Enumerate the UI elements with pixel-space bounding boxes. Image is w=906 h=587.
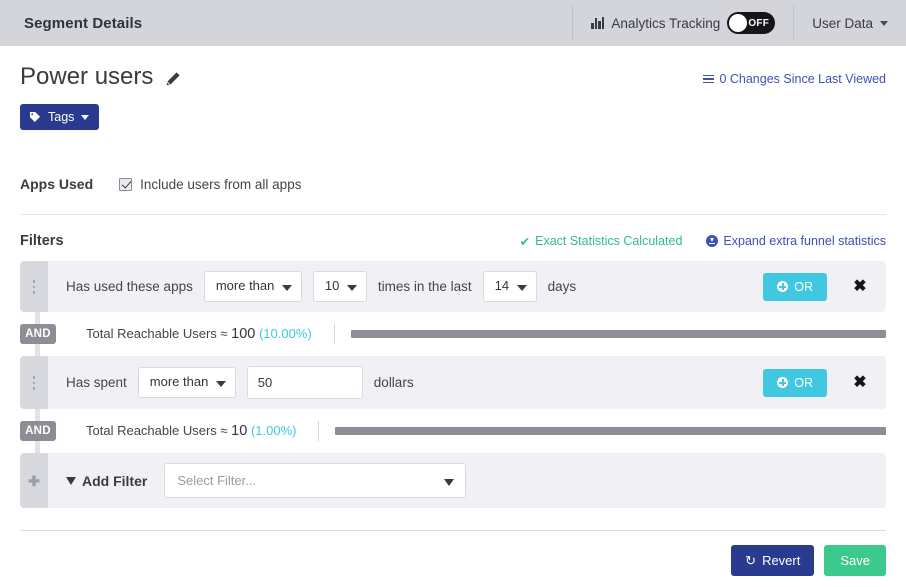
footer-actions: ↻ Revert Save	[0, 531, 906, 577]
tag-icon	[30, 112, 40, 123]
stats-row-2-bar-area	[318, 421, 886, 442]
changes-link-label: 0 Changes Since Last Viewed	[719, 72, 886, 86]
filter-row-1-body: Has used these apps more than 10 times i…	[48, 261, 886, 313]
tags-button-label: Tags	[48, 110, 75, 125]
filter-row-2: Has spent more than dollars OR ✖	[20, 356, 886, 410]
include-all-apps-checkbox[interactable]	[119, 177, 133, 191]
revert-button-label: Revert	[762, 553, 801, 569]
user-data-label: User Data	[812, 15, 873, 31]
filter-row-1-mid-label: times in the last	[377, 279, 472, 295]
revert-button[interactable]: ↻ Revert	[731, 545, 815, 577]
save-button[interactable]: Save	[824, 545, 886, 577]
user-data-menu[interactable]: User Data	[794, 0, 906, 46]
exact-statistics-status: ✔ Exact Statistics Calculated	[520, 234, 683, 249]
stats-row-1-value: 100	[231, 326, 256, 343]
filter-row-1-or-label: OR	[794, 279, 813, 294]
analytics-tracking-toggle[interactable]: OFF	[727, 12, 776, 34]
filter-row-1-days-select[interactable]: 14	[482, 271, 537, 303]
plus-icon: ✚	[28, 472, 40, 489]
filter-row-2-drag-handle[interactable]	[20, 356, 48, 410]
filter-row-1-days-wrap: 14	[482, 271, 537, 303]
filter-row-2-remove-button[interactable]: ✖	[848, 371, 872, 395]
filter-row-1-count-wrap: 10	[312, 271, 367, 303]
page-title: Power users	[20, 63, 154, 90]
filters-title: Filters	[20, 233, 64, 250]
stats-row-2: AND Total Reachable Users ≈ 10 (1.00%)	[20, 415, 886, 447]
filter-row-1: Has used these apps more than 10 times i…	[20, 261, 886, 313]
undo-icon: ↻	[745, 553, 757, 569]
stats-row-1-prefix: Total Reachable Users ≈	[86, 326, 228, 342]
apps-used-row: Apps Used Include users from all apps	[20, 176, 886, 216]
changes-since-last-viewed-link[interactable]: 0 Changes Since Last Viewed	[703, 72, 886, 86]
pencil-icon[interactable]	[165, 71, 181, 87]
check-icon: ✔	[519, 234, 531, 249]
app-title: Segment Details	[24, 14, 143, 32]
filters-actions: ✔ Exact Statistics Calculated Expand ext…	[520, 234, 886, 249]
filter-row-2-amount-input[interactable]	[246, 366, 363, 400]
filters-header: Filters ✔ Exact Statistics Calculated Ex…	[20, 233, 886, 249]
filters-body: Has used these apps more than 10 times i…	[20, 261, 886, 509]
download-circle-icon	[706, 235, 719, 248]
toggle-state-label: OFF	[748, 17, 770, 29]
toggle-knob	[729, 14, 748, 32]
stats-row-2-percent: (1.00%)	[250, 423, 297, 439]
filter-row-1-count-select[interactable]: 10	[312, 271, 367, 303]
chevron-down-icon	[880, 20, 888, 26]
drag-dots-icon	[32, 280, 36, 294]
top-bar: Segment Details Analytics Tracking OFF U…	[0, 0, 906, 46]
filter-row-2-or-label: OR	[794, 375, 813, 390]
filter-row-2-label: Has spent	[66, 375, 127, 391]
add-filter-handle[interactable]: ✚	[20, 453, 48, 509]
stats-row-1-bar-area	[333, 324, 886, 345]
filter-row-2-or-button[interactable]: OR	[763, 368, 827, 397]
filter-row-2-operator-wrap: more than	[137, 367, 236, 399]
apps-used-label: Apps Used	[20, 176, 94, 193]
expand-funnel-statistics-link[interactable]: Expand extra funnel statistics	[706, 234, 886, 248]
filter-row-2-suffix: dollars	[373, 375, 414, 391]
caret-down-icon	[81, 114, 90, 120]
stats-row-2-text: Total Reachable Users ≈ 10 (1.00%)	[86, 423, 296, 439]
stats-row-1-bar	[350, 330, 886, 339]
filter-row-1-operator-select[interactable]: more than	[203, 271, 302, 303]
filter-row-1-remove-button[interactable]: ✖	[848, 275, 872, 299]
analytics-tracking-group: Analytics Tracking OFF	[573, 0, 793, 46]
filter-row-2-operator-select[interactable]: more than	[137, 367, 236, 399]
filter-row-1-drag-handle[interactable]	[20, 261, 48, 313]
filter-row-1-or-button[interactable]: OR	[763, 272, 827, 301]
add-filter-label-group: Add Filter	[66, 473, 147, 489]
add-filter-row: ✚ Add Filter Select Filter...	[20, 453, 886, 509]
expand-funnel-label: Expand extra funnel statistics	[723, 234, 886, 249]
filter-row-1-operator-wrap: more than	[203, 271, 302, 303]
stats-row-2-prefix: Total Reachable Users ≈	[86, 423, 228, 439]
plus-circle-icon	[777, 377, 789, 389]
title-left-group: Power users	[20, 63, 181, 90]
stats-row-1: AND Total Reachable Users ≈ 100 (10.00%)	[20, 318, 886, 350]
tags-button[interactable]: Tags	[20, 104, 100, 131]
stats-row-2-connector: AND	[20, 421, 56, 442]
include-all-apps-label: Include users from all apps	[140, 176, 302, 192]
title-row: Power users 0 Changes Since Last Viewed	[20, 46, 886, 90]
plus-circle-icon	[777, 281, 789, 293]
analytics-tracking-label: Analytics Tracking	[611, 15, 721, 31]
list-icon	[703, 74, 715, 84]
filter-row-2-body: Has spent more than dollars OR ✖	[48, 356, 886, 410]
exact-statistics-label: Exact Statistics Calculated	[535, 234, 683, 249]
stats-row-1-connector: AND	[20, 324, 56, 345]
include-all-apps-checkbox-group[interactable]: Include users from all apps	[119, 177, 301, 192]
stats-row-1-percent: (10.00%)	[259, 326, 312, 342]
stats-row-2-bar	[335, 427, 886, 436]
stats-row-1-text: Total Reachable Users ≈ 100 (10.00%)	[86, 326, 312, 342]
funnel-icon	[66, 476, 76, 485]
select-filter-wrap: Select Filter...	[164, 463, 467, 499]
add-filter-body: Add Filter Select Filter...	[48, 453, 886, 509]
drag-dots-icon	[32, 376, 36, 390]
filter-row-1-suffix: days	[547, 279, 577, 295]
add-filter-label: Add Filter	[82, 472, 148, 489]
filter-row-1-label: Has used these apps	[66, 279, 193, 295]
stats-row-2-value: 10	[231, 423, 248, 440]
bar-chart-icon	[591, 17, 605, 29]
select-filter-dropdown[interactable]: Select Filter...	[164, 463, 467, 499]
page-content: Power users 0 Changes Since Last Viewed …	[0, 46, 906, 532]
